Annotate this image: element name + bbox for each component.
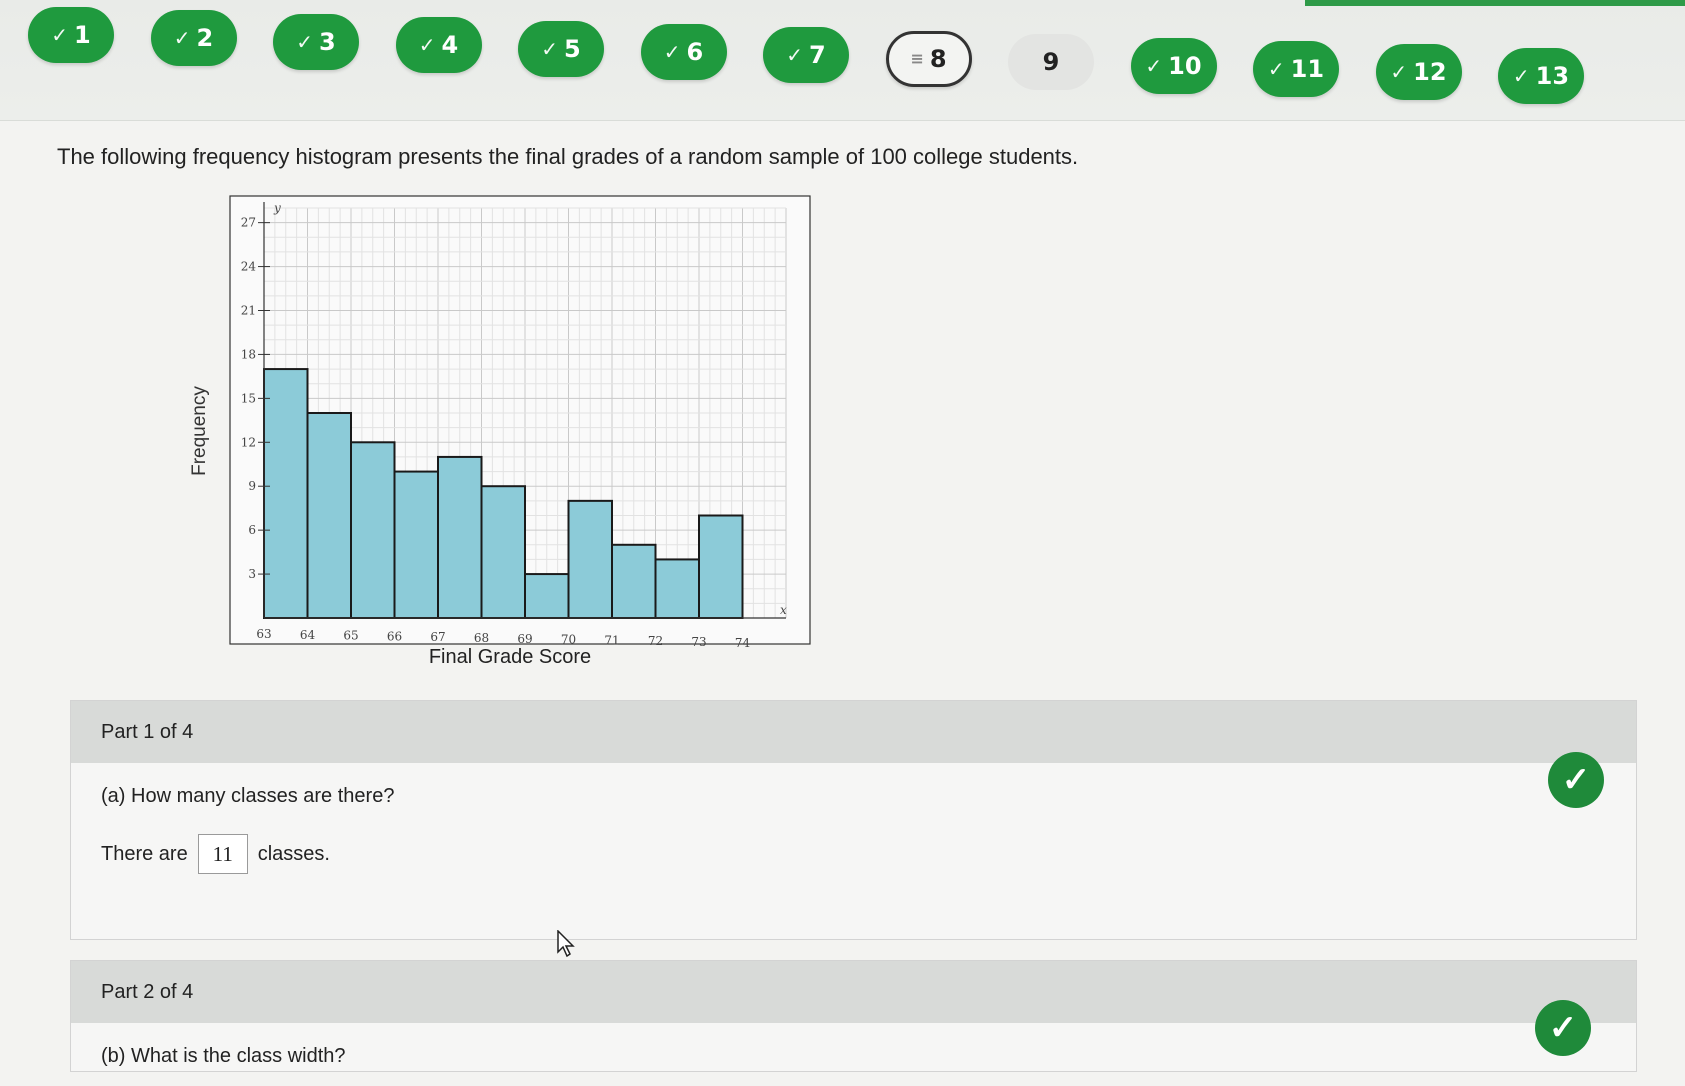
histogram: 3 6 9 12 15 18 21 24 27 y 63 64 65 66 67 68 69 70 71 72 73 74… xyxy=(180,186,820,676)
histogram-bar xyxy=(654,558,700,619)
histogram-bar xyxy=(524,573,570,620)
answer-prefix: There are xyxy=(101,842,188,865)
y-tick-label: 3 xyxy=(248,567,256,581)
question-11-button[interactable]: ✓ 11 xyxy=(1253,41,1339,97)
x-tick-label: 69 xyxy=(517,632,532,646)
check-icon: ✓ xyxy=(296,29,314,54)
check-icon: ✓ xyxy=(51,23,69,47)
y-tick-label: 6 xyxy=(248,523,256,537)
question-number: 6 xyxy=(686,38,704,66)
question-8-button[interactable]: ≡ 8 xyxy=(885,30,972,87)
check-icon: ✓ xyxy=(663,40,681,64)
question-number: 4 xyxy=(441,31,459,60)
mouse-pointer-icon xyxy=(557,930,575,958)
x-tick-label: 63 xyxy=(256,627,271,641)
check-icon: ✓ xyxy=(1512,63,1530,88)
check-icon: ✓ xyxy=(418,33,436,58)
x-tick-label: 68 xyxy=(474,631,489,645)
histogram-bar xyxy=(480,485,526,620)
question-number: 5 xyxy=(564,34,581,63)
question-number: 13 xyxy=(1535,61,1570,90)
part-2-header: Part 2 of 4 xyxy=(71,961,1636,1023)
classes-answer-input[interactable]: 11 xyxy=(197,834,248,874)
question-7-button[interactable]: ✓ 7 xyxy=(763,27,849,84)
check-icon: ✓ xyxy=(541,36,559,61)
part-1-question: (a) How many classes are there? xyxy=(101,785,395,807)
x-axis-letter: x xyxy=(780,603,787,617)
question-number: 2 xyxy=(196,24,214,53)
x-tick-label: 67 xyxy=(430,630,445,644)
part-1-panel: Part 1 of 4 (a) How many classes are the… xyxy=(70,700,1637,940)
part-1-header: Part 1 of 4 xyxy=(71,701,1636,763)
question-12-button[interactable]: ✓ 12 xyxy=(1375,44,1462,101)
question-3-button[interactable]: ✓ 3 xyxy=(273,13,359,70)
check-icon: ✓ xyxy=(173,26,191,51)
question-prompt: The following frequency histogram presen… xyxy=(57,144,1079,169)
question-number: 12 xyxy=(1413,58,1447,87)
question-number: 8 xyxy=(929,44,947,73)
histogram-bar xyxy=(437,455,483,619)
question-number: 1 xyxy=(74,21,91,49)
histogram-svg: 369121518212427y63 64 65 66 67 68 69 70 71 72 73 74… xyxy=(229,195,811,650)
check-icon: ✓ xyxy=(786,43,804,68)
y-tick-label: 9 xyxy=(248,479,256,493)
question-4-button[interactable]: ✓ 4 xyxy=(395,17,482,74)
x-tick-label: 70 xyxy=(561,633,576,647)
y-tick-label: 24 xyxy=(241,260,257,274)
histogram-bar xyxy=(350,441,396,619)
question-9-button[interactable]: 9 xyxy=(1008,34,1094,91)
question-1-button[interactable]: ✓ 1 xyxy=(28,7,114,63)
y-axis-letter: y xyxy=(273,201,281,215)
part-2-panel: Part 2 of 4 (b) What is the class width? xyxy=(70,960,1637,1072)
part-2-question: (b) What is the class width? xyxy=(101,1045,346,1067)
histogram-bar xyxy=(306,412,352,619)
histogram-bar xyxy=(611,543,657,619)
y-tick-label: 27 xyxy=(241,216,256,230)
part-2-checkmark-icon: ✓ xyxy=(1535,1000,1591,1056)
histogram-bar xyxy=(393,470,439,620)
check-icon: ✓ xyxy=(1145,53,1163,78)
question-6-button[interactable]: ✓ 6 xyxy=(640,24,727,80)
question-number: 11 xyxy=(1290,55,1325,83)
histogram-bar xyxy=(263,368,309,619)
histogram-bar xyxy=(698,514,744,619)
x-tick-label: 66 xyxy=(387,629,402,643)
part-1-checkmark-icon: ✓ xyxy=(1548,752,1604,808)
x-axis-title: Final Grade Score xyxy=(428,646,592,668)
question-number: 9 xyxy=(1042,48,1060,77)
x-tick-label: 64 xyxy=(300,628,316,642)
x-tick-label: 74 xyxy=(735,636,751,650)
y-tick-label: 21 xyxy=(241,304,256,318)
histogram-bar xyxy=(567,499,613,620)
check-icon: ✓ xyxy=(1267,57,1285,81)
question-10-button[interactable]: ✓ 10 xyxy=(1130,37,1217,94)
y-tick-label: 12 xyxy=(241,435,256,449)
y-tick-label: 15 xyxy=(241,391,256,405)
answer-suffix: classes. xyxy=(257,842,330,865)
question-number: 10 xyxy=(1168,51,1202,80)
check-icon: ✓ xyxy=(1390,60,1408,85)
question-number: 7 xyxy=(809,41,826,70)
question-13-button[interactable]: ✓ 13 xyxy=(1498,47,1584,104)
question-2-button[interactable]: ✓ 2 xyxy=(150,10,237,67)
question-number: 3 xyxy=(319,27,336,56)
x-tick-label: 73 xyxy=(691,635,706,649)
y-tick-label: 18 xyxy=(241,347,256,361)
x-tick-label: 65 xyxy=(343,629,358,643)
question-5-button[interactable]: ✓ 5 xyxy=(518,20,604,77)
pencil-icon: ≡ xyxy=(910,49,924,69)
progress-accent-line xyxy=(1305,0,1685,6)
x-tick-label: 72 xyxy=(648,634,663,648)
